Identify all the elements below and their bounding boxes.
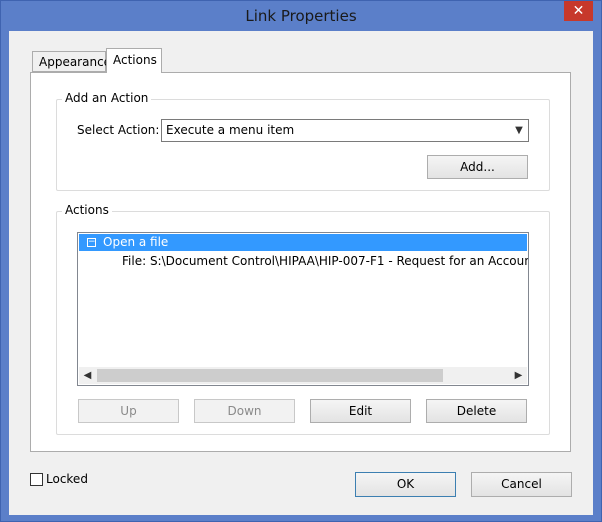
tree-item-open-a-file[interactable]: − Open a file [79, 234, 527, 251]
actions-group: Actions − Open a file File: S:\Document … [56, 203, 550, 435]
actions-group-label: Actions [62, 203, 112, 217]
tab-appearance[interactable]: Appearance [32, 51, 111, 72]
tree-item-label: Open a file [103, 235, 169, 249]
add-button[interactable]: Add... [427, 155, 528, 179]
scrollbar-thumb[interactable] [97, 369, 443, 382]
collapse-icon[interactable]: − [87, 238, 96, 247]
select-action-value: Execute a menu item [166, 123, 295, 137]
actions-tab-panel: Add an Action Select Action: Execute a m… [30, 72, 571, 452]
actions-tree[interactable]: − Open a file File: S:\Document Control\… [77, 232, 529, 386]
down-button[interactable]: Down [194, 399, 295, 423]
tab-actions[interactable]: Actions [106, 48, 162, 73]
delete-button[interactable]: Delete [426, 399, 527, 423]
ok-button[interactable]: OK [355, 472, 456, 497]
add-action-group: Add an Action Select Action: Execute a m… [56, 91, 550, 191]
dialog-client-area: Appearance Actions Add an Action Select … [9, 31, 593, 515]
scroll-right-icon[interactable]: ▶ [510, 367, 527, 384]
close-button[interactable]: ✕ [564, 1, 593, 21]
up-button[interactable]: Up [78, 399, 179, 423]
title-bar: Link Properties ✕ [1, 1, 601, 31]
link-properties-dialog: Link Properties ✕ Appearance Actions Add… [0, 0, 602, 522]
locked-checkbox[interactable] [30, 473, 43, 486]
scroll-left-icon[interactable]: ◀ [79, 367, 96, 384]
edit-button[interactable]: Edit [310, 399, 411, 423]
horizontal-scrollbar[interactable]: ◀ ▶ [79, 367, 527, 384]
tree-child-file-path[interactable]: File: S:\Document Control\HIPAA\HIP-007-… [122, 253, 528, 270]
window-title: Link Properties [245, 7, 357, 25]
select-action-label: Select Action: [77, 123, 160, 137]
add-action-group-label: Add an Action [62, 91, 152, 105]
cancel-button[interactable]: Cancel [471, 472, 572, 497]
select-action-dropdown[interactable]: Execute a menu item ▼ [161, 119, 529, 142]
chevron-down-icon[interactable]: ▼ [510, 120, 528, 141]
locked-label[interactable]: Locked [46, 472, 88, 486]
